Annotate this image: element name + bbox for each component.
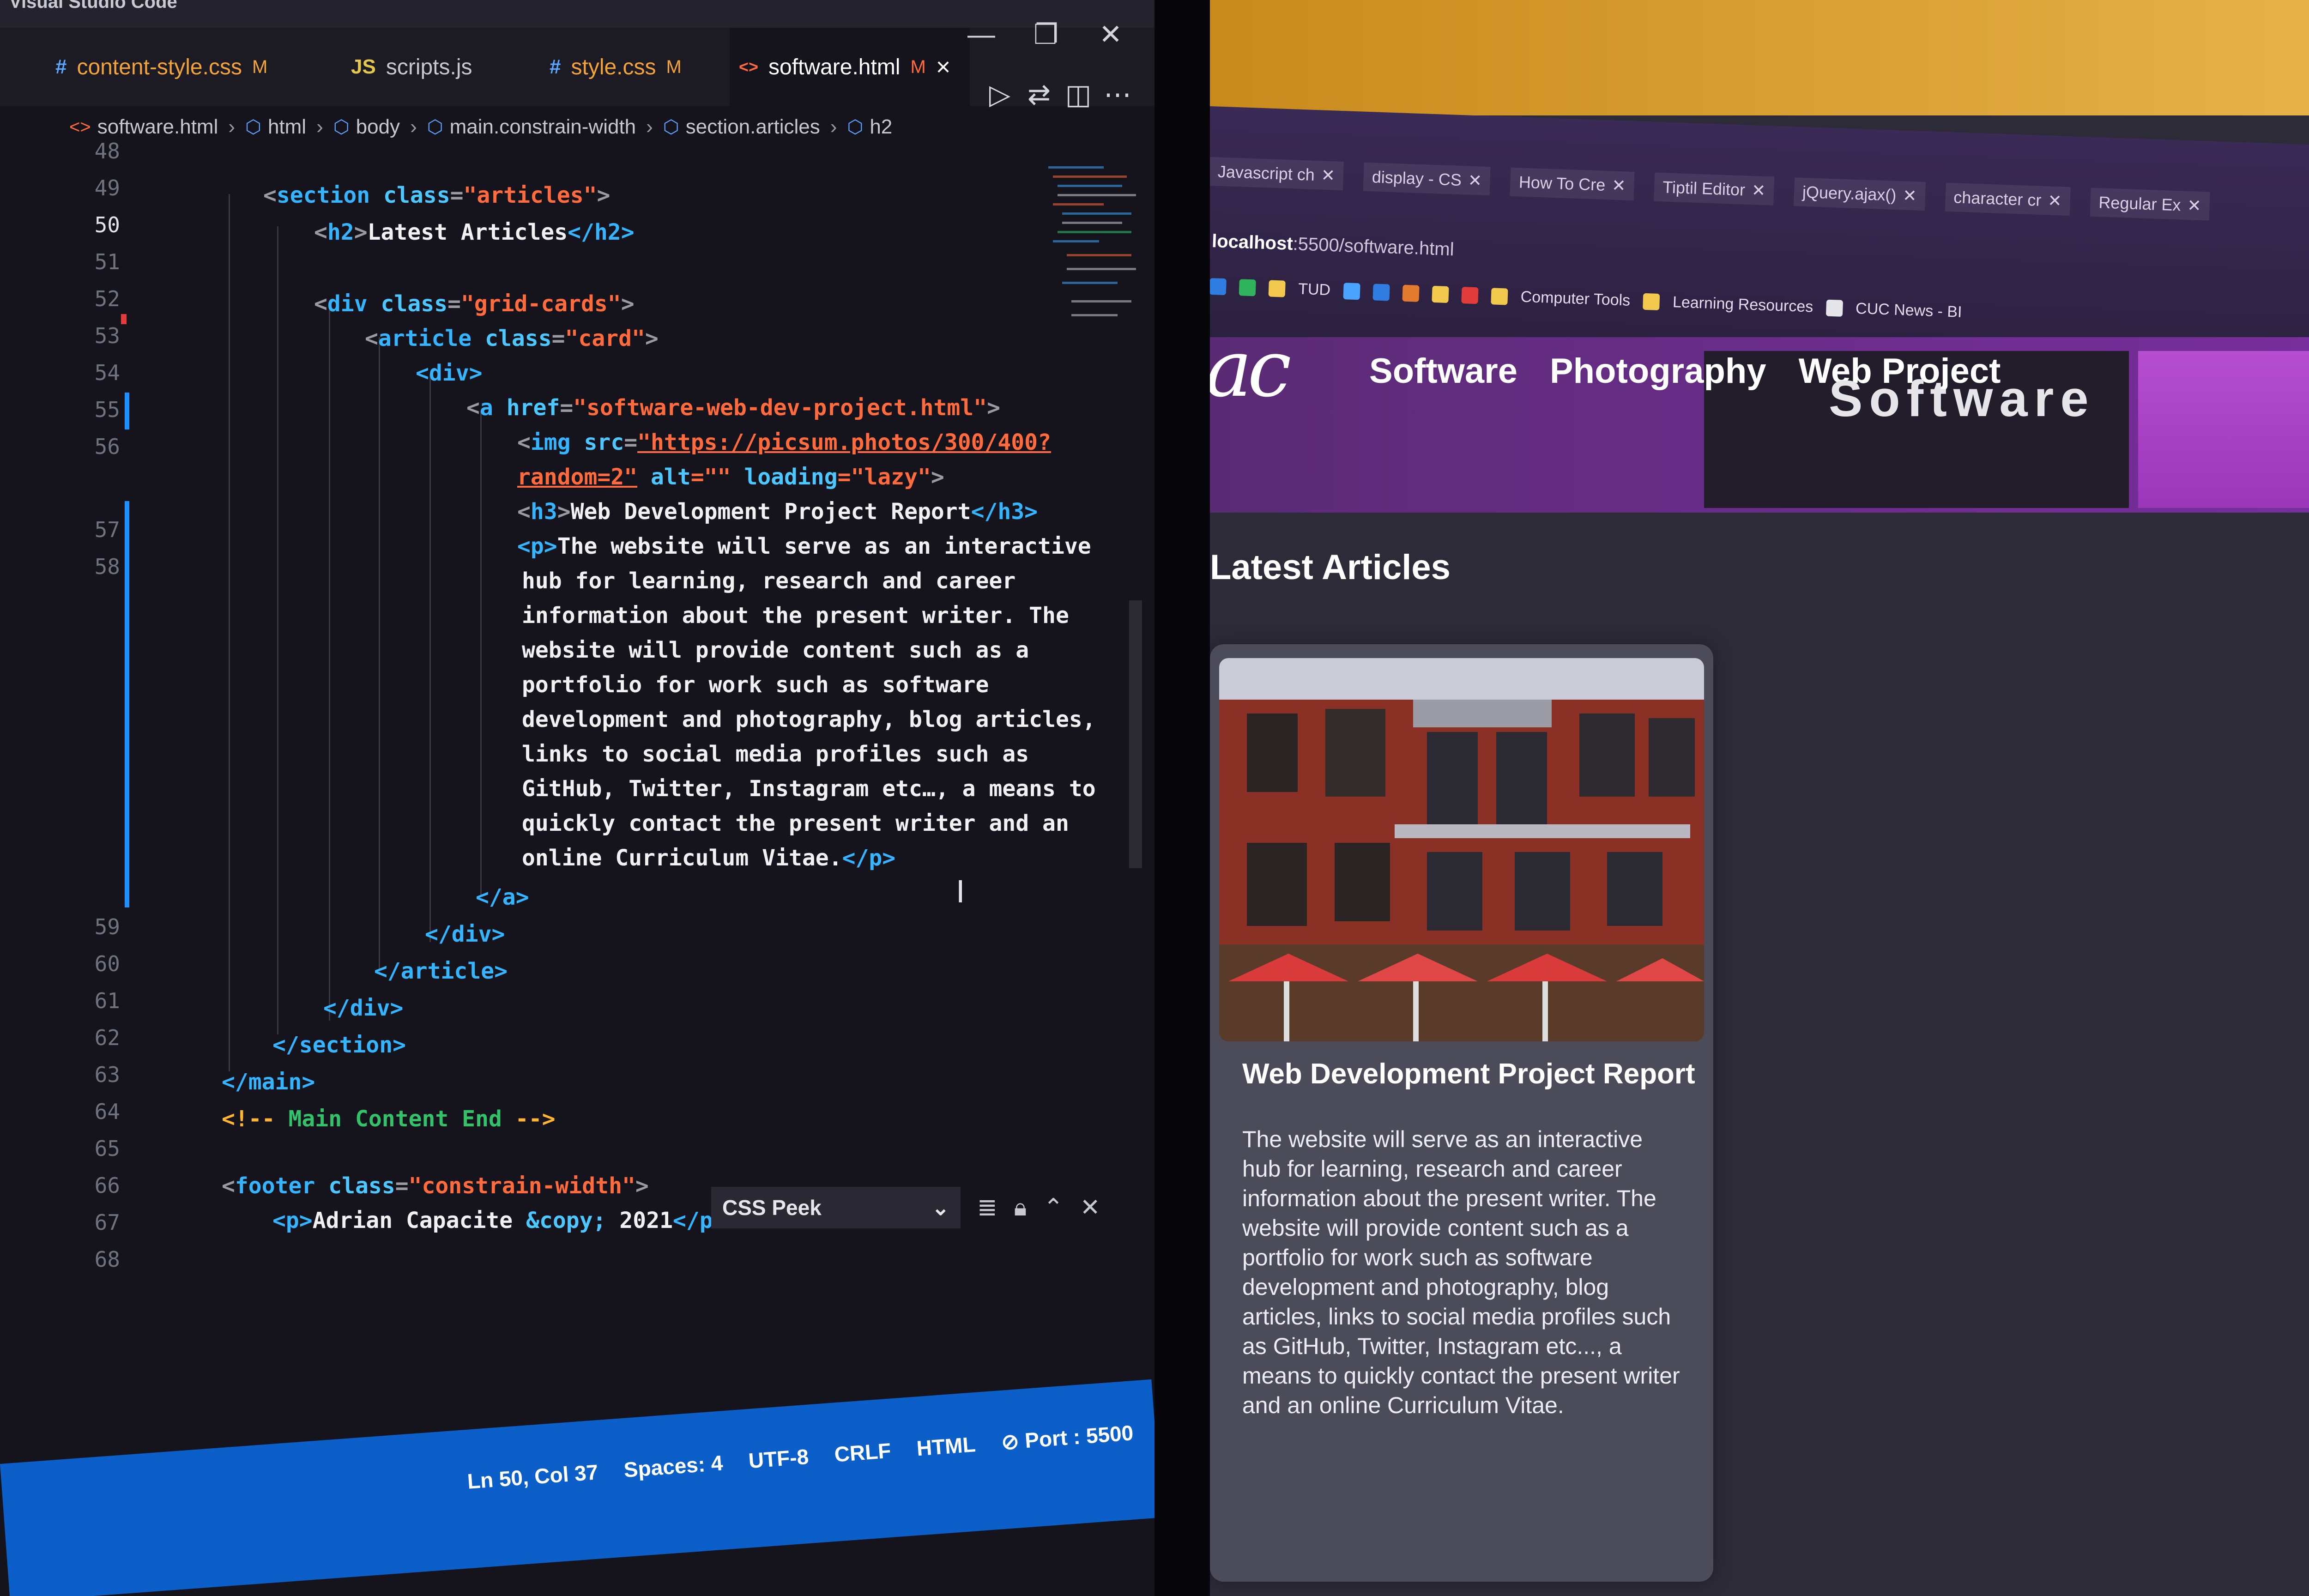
code-line: </div> — [425, 921, 505, 947]
code-line: <footer class="constrain-width"> — [222, 1173, 649, 1199]
close-icon[interactable]: ✕ — [1080, 1194, 1100, 1221]
code-line: <a href="software-web-dev-project.html"> — [466, 395, 1000, 421]
code-area[interactable]: <section class="articles"> <h2>Latest Ar… — [0, 0, 1096, 1293]
browser-window: Javascript ch ✕ display - CS ✕ How To Cre ✕… — [1210, 0, 2309, 1596]
browser-tab[interactable]: Tiptil Editor ✕ — [1654, 172, 1775, 206]
hero-title: Software — [1829, 370, 2095, 427]
close-icon: ✕ — [2187, 195, 2202, 215]
bookmark-icon[interactable] — [1210, 278, 1227, 295]
code-line: </article> — [374, 958, 508, 984]
code-line-wrapped: website will provide content such as a — [522, 637, 1029, 663]
status-encoding[interactable]: UTF-8 — [748, 1444, 810, 1473]
code-line-wrapped: hub for learning, research and career — [522, 568, 1016, 594]
hero-accent — [2138, 351, 2309, 508]
code-line: <article class="card"> — [365, 326, 659, 351]
nav-link-software[interactable]: Software — [1369, 351, 1517, 391]
bookmark-icon[interactable] — [1461, 286, 1479, 304]
close-icon: ✕ — [1751, 180, 1766, 200]
code-line: <img src="https://picsum.photos/300/400? — [517, 429, 1051, 455]
close-icon: ✕ — [1468, 170, 1482, 190]
css-peek-label: CSS Peek — [722, 1196, 822, 1220]
code-line-wrapped: GitHub, Twitter, Instagram etc…, a means… — [522, 776, 1096, 802]
browser-tab[interactable]: How To Cre ✕ — [1510, 167, 1635, 201]
code-line: </main> — [222, 1069, 315, 1095]
css-peek-panel: CSS Peek ⌄ ≣ 🔒︎ ⌃ ✕ — [711, 1182, 1150, 1233]
code-line: <div> — [416, 360, 483, 386]
bookmark-item[interactable]: CUC News - BI — [1855, 300, 1963, 321]
section-heading: Latest Articles — [1210, 548, 1451, 587]
background-wall — [1210, 0, 2309, 115]
code-line: <p>The website will serve as an interact… — [517, 533, 1091, 559]
bookmark-icon[interactable] — [1372, 283, 1390, 301]
indent-guide — [429, 374, 431, 942]
folder-icon[interactable] — [1432, 285, 1449, 303]
more-actions-icon[interactable]: ⋯ — [1099, 79, 1136, 111]
vertical-scrollbar[interactable] — [1129, 600, 1142, 868]
code-line: </a> — [476, 884, 529, 910]
code-line-wrapped: random=2" alt="" loading="lazy"> — [517, 464, 944, 490]
code-line: <section class="articles"> — [263, 182, 610, 208]
status-language-mode[interactable]: HTML — [916, 1432, 976, 1461]
browser-tab[interactable]: jQuery.ajax() ✕ — [1794, 177, 1926, 211]
chevron-down-icon: ⌄ — [931, 1196, 949, 1220]
code-line: </section> — [272, 1032, 406, 1058]
site-logo[interactable]: ac — [1210, 323, 1292, 415]
minimap[interactable] — [1044, 162, 1136, 402]
code-line: <h3>Web Development Project Report</h3> — [517, 499, 1038, 525]
bookmark-icon[interactable] — [1402, 284, 1420, 302]
card-text: The website will serve as an interactive… — [1242, 1126, 1680, 1418]
folder-icon[interactable] — [1268, 279, 1286, 297]
browser-tab[interactable]: Regular Ex ✕ — [2090, 187, 2210, 221]
code-line-wrapped: development and photography, blog articl… — [522, 707, 1096, 732]
status-bar — [0, 1379, 1154, 1596]
article-card[interactable]: Web Development Project Report The websi… — [1210, 644, 1713, 1582]
code-line-current: <h2>Latest Articles</h2> — [314, 219, 635, 245]
close-window-button[interactable]: ✕ — [1090, 18, 1131, 51]
lock-icon[interactable]: 🔒︎ — [1014, 1194, 1027, 1222]
folder-icon[interactable] — [1643, 293, 1660, 310]
code-line-wrapped: online Curriculum Vitae.</p> — [522, 845, 896, 871]
list-icon[interactable]: ≣ — [977, 1194, 997, 1221]
folder-icon[interactable] — [1491, 287, 1508, 305]
code-line-wrapped: information about the present writer. Th… — [522, 603, 1069, 629]
indent-guide — [379, 337, 380, 974]
bookmark-icon[interactable] — [1343, 282, 1360, 300]
building-photo — [1219, 658, 1704, 1041]
text-cursor-icon: I — [956, 873, 965, 909]
bookmark-icon[interactable] — [1825, 299, 1843, 317]
card-title[interactable]: Web Development Project Report — [1242, 1058, 1704, 1090]
code-line-wrapped: quickly contact the present writer and a… — [522, 810, 1069, 836]
card-image[interactable] — [1219, 658, 1704, 1041]
code-line-wrapped: portfolio for work such as software — [522, 672, 989, 698]
browser-tab[interactable]: Javascript ch ✕ — [1210, 157, 1344, 191]
css-peek-select[interactable]: CSS Peek ⌄ — [711, 1187, 961, 1228]
indent-guide — [229, 194, 230, 1071]
indent-guide — [277, 226, 278, 1034]
close-icon: ✕ — [1902, 186, 1917, 206]
code-line: <div class="grid-cards"> — [314, 291, 635, 317]
split-editor-icon[interactable]: ◫ — [1060, 79, 1097, 111]
monitor-bezel — [1154, 0, 1210, 1596]
browser-tab[interactable]: display - CS ✕ — [1363, 162, 1491, 196]
indent-guide — [480, 411, 482, 896]
close-icon: ✕ — [2047, 191, 2062, 211]
close-icon: ✕ — [1611, 175, 1626, 195]
bookmark-item[interactable]: TUD — [1298, 280, 1331, 299]
close-icon: ✕ — [1321, 165, 1336, 185]
code-line: </div> — [323, 995, 404, 1021]
code-editor-window: Visual Studio Code # content-style.css M… — [0, 0, 1154, 1596]
browser-tab[interactable]: character cr ✕ — [1945, 182, 2071, 216]
code-line-wrapped: links to social media profiles such as — [522, 741, 1029, 767]
status-line-ending[interactable]: CRLF — [834, 1438, 892, 1467]
code-line: <p>Adrian Capacite &copy; 2021</p> — [272, 1208, 726, 1233]
indent-guide — [329, 305, 330, 1021]
chevron-up-icon[interactable]: ⌃ — [1043, 1194, 1064, 1221]
bookmark-icon[interactable] — [1239, 278, 1256, 296]
nav-link-photography[interactable]: Photography — [1550, 351, 1766, 391]
code-comment: <!-- Main Content End --> — [222, 1106, 556, 1132]
bookmark-item[interactable]: Computer Tools — [1520, 288, 1631, 310]
